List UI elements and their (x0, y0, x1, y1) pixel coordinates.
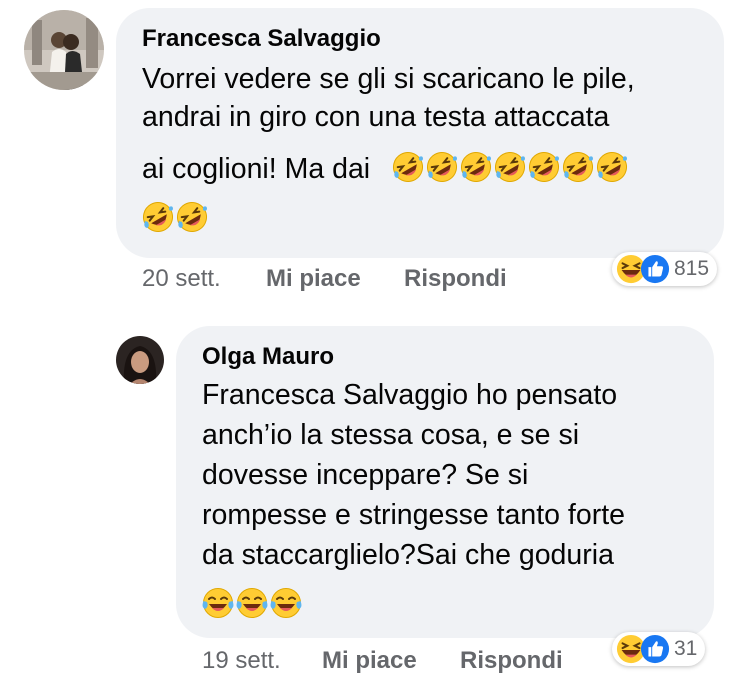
comment-emoji-line (142, 200, 210, 238)
comment-time[interactable]: 20 sett. (142, 264, 221, 294)
comment-time[interactable]: 19 sett. (202, 646, 281, 676)
comment-text-line: Vorrei vedere se gli si scaricano le pil… (142, 63, 635, 95)
reply-button[interactable]: Rispondi (460, 646, 563, 676)
like-reaction-icon (640, 634, 670, 664)
joy-emoji-icon (236, 587, 268, 619)
reaction-count: 815 (674, 257, 710, 280)
rofl-emoji-icon (562, 151, 594, 183)
joy-emoji-icon (202, 587, 234, 619)
comment-author[interactable]: Olga Mauro (202, 342, 334, 372)
comment-text-line: rompesse e stringesse tanto forte (202, 499, 625, 531)
rofl-emoji-icon (494, 151, 526, 183)
reaction-summary[interactable]: 815 (612, 252, 718, 286)
comment-author[interactable]: Francesca Salvaggio (142, 24, 381, 54)
rofl-emoji-icon (142, 201, 174, 233)
rofl-emoji-icon (460, 151, 492, 183)
comment-text-line: anch’io la stessa cosa, e se si (202, 419, 580, 451)
avatar-olga[interactable] (116, 336, 164, 384)
comment-text-line: da staccarglielo?Sai che goduria (202, 539, 614, 571)
rofl-emoji-icon (392, 151, 424, 183)
reaction-summary[interactable]: 31 (612, 632, 706, 666)
comment-text-line: dovesse inceppare? Se si (202, 459, 529, 491)
comment-emoji-line (202, 586, 304, 624)
comment-text: ai coglioni! Ma dai (142, 153, 371, 185)
reply-button[interactable]: Rispondi (404, 264, 507, 294)
comment-text-line: andrai in giro con una testa attaccata (142, 101, 610, 133)
comment-text-line: Francesca Salvaggio ho pensato (202, 379, 618, 411)
rofl-emoji-icon (596, 151, 628, 183)
rofl-emoji-icon (176, 201, 208, 233)
like-reaction-icon (640, 254, 670, 284)
like-button[interactable]: Mi piace (322, 646, 417, 676)
like-button[interactable]: Mi piace (266, 264, 361, 294)
rofl-emoji-icon (528, 151, 560, 183)
joy-emoji-icon (270, 587, 302, 619)
avatar-francesca[interactable] (24, 10, 104, 90)
reaction-count: 31 (674, 637, 698, 660)
rofl-emoji-icon (426, 151, 458, 183)
comment-text-line: ai coglioni! Ma dai (142, 150, 630, 188)
